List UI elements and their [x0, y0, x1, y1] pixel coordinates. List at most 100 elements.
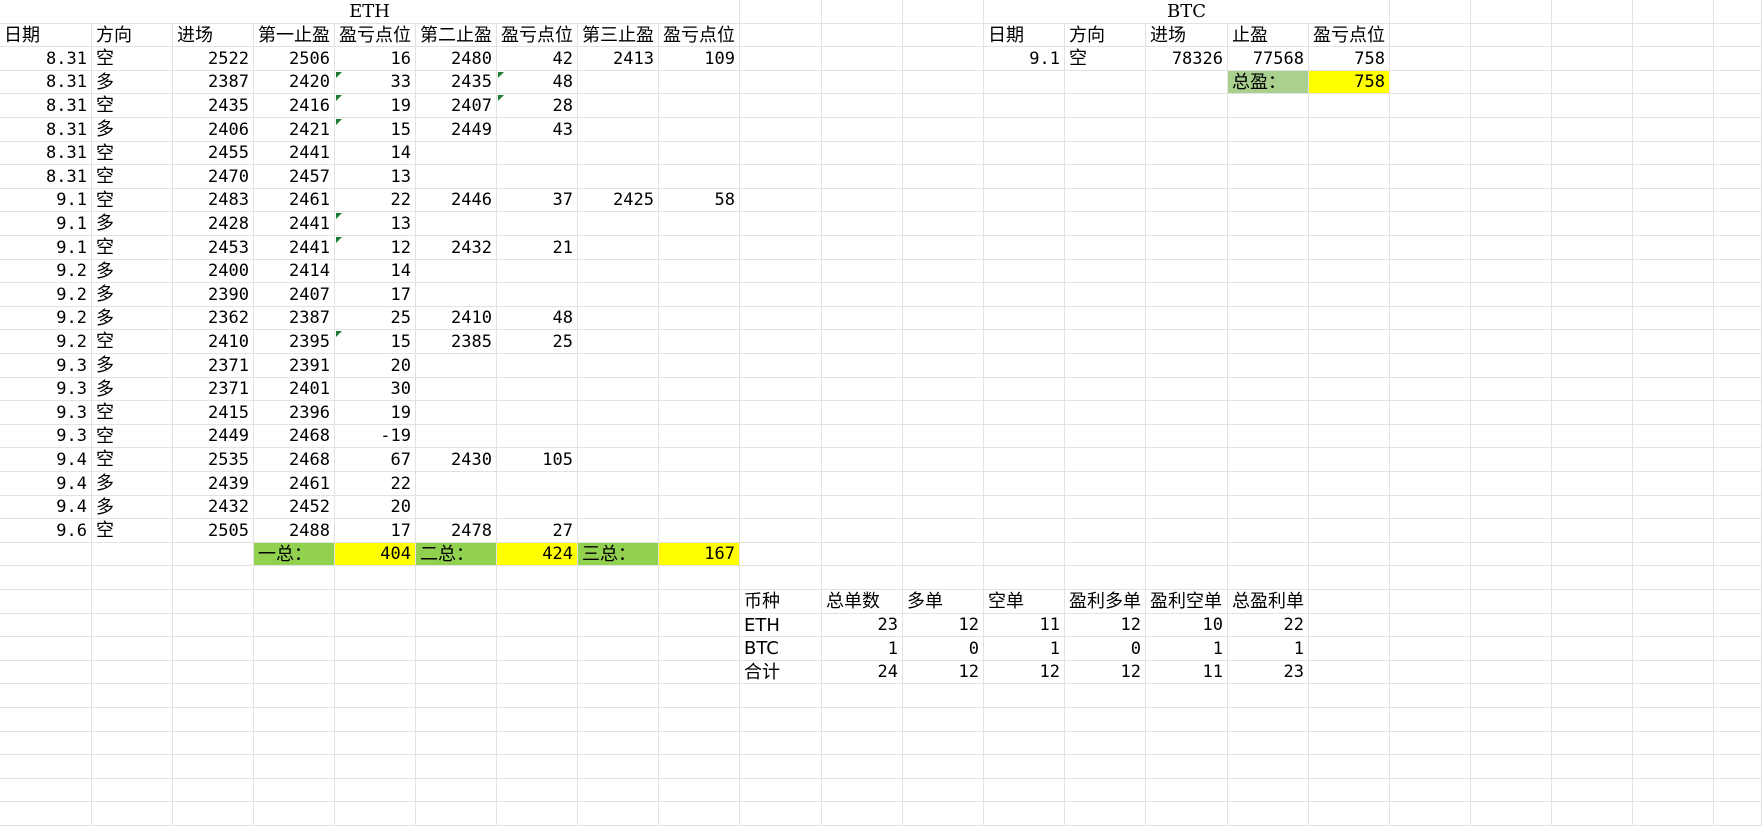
empty-cell[interactable]	[335, 590, 416, 614]
eth-row-cell[interactable]: 9.4	[0, 496, 92, 519]
empty-cell[interactable]	[1065, 779, 1146, 802]
empty-cell[interactable]	[1228, 236, 1309, 260]
empty-cell[interactable]	[1714, 732, 1762, 755]
empty-cell[interactable]	[822, 543, 903, 566]
summary-row-cell[interactable]: 1	[822, 637, 903, 661]
eth-row-cell[interactable]: 15	[335, 330, 416, 354]
empty-cell[interactable]	[1065, 543, 1146, 566]
empty-cell[interactable]	[903, 566, 984, 590]
eth-header-cell[interactable]: 第二止盈	[416, 24, 497, 47]
empty-cell[interactable]	[1552, 24, 1633, 47]
empty-cell[interactable]	[903, 732, 984, 755]
empty-cell[interactable]	[1714, 779, 1762, 802]
eth-row-cell[interactable]: 2407	[416, 94, 497, 118]
empty-cell[interactable]	[1633, 661, 1714, 684]
empty-cell[interactable]	[578, 755, 659, 779]
eth-row-cell[interactable]: 28	[497, 94, 578, 118]
empty-cell[interactable]	[1065, 802, 1146, 826]
empty-cell[interactable]	[1714, 47, 1762, 71]
empty-cell[interactable]	[1390, 566, 1471, 590]
eth-row-cell[interactable]: 多	[92, 212, 173, 236]
empty-cell[interactable]	[1146, 448, 1228, 472]
empty-cell[interactable]	[1228, 708, 1309, 732]
empty-cell[interactable]	[1471, 189, 1552, 212]
empty-cell[interactable]	[578, 590, 659, 614]
empty-cell[interactable]	[822, 732, 903, 755]
summary-header-cell[interactable]: 空单	[984, 590, 1065, 614]
empty-cell[interactable]	[659, 590, 740, 614]
eth-row-cell[interactable]: 2421	[254, 118, 335, 142]
empty-cell[interactable]	[578, 566, 659, 590]
empty-cell[interactable]	[1471, 472, 1552, 496]
empty-cell[interactable]	[1633, 779, 1714, 802]
empty-cell[interactable]	[984, 401, 1065, 425]
empty-cell[interactable]	[822, 425, 903, 448]
empty-cell[interactable]	[984, 496, 1065, 519]
empty-cell[interactable]	[903, 401, 984, 425]
empty-cell[interactable]	[1390, 378, 1471, 401]
eth-row-cell[interactable]: 2441	[254, 142, 335, 165]
empty-cell[interactable]	[1228, 755, 1309, 779]
empty-cell[interactable]	[740, 118, 822, 142]
empty-cell[interactable]	[1146, 472, 1228, 496]
empty-cell[interactable]	[1714, 260, 1762, 283]
eth-row-cell[interactable]: 12	[335, 236, 416, 260]
summary-row-cell[interactable]: 12	[984, 661, 1065, 684]
empty-cell[interactable]	[1228, 802, 1309, 826]
empty-cell[interactable]	[1633, 401, 1714, 425]
empty-cell[interactable]	[903, 283, 984, 307]
eth-row-cell[interactable]: 2478	[416, 519, 497, 543]
eth-row-cell[interactable]: 2457	[254, 165, 335, 189]
eth-row-cell[interactable]: 17	[335, 519, 416, 543]
summary-row-cell[interactable]: 11	[984, 614, 1065, 637]
empty-cell[interactable]	[1065, 283, 1146, 307]
empty-cell[interactable]	[1471, 330, 1552, 354]
empty-cell[interactable]	[1065, 425, 1146, 448]
empty-cell[interactable]	[1146, 212, 1228, 236]
eth-row-cell[interactable]: 空	[92, 94, 173, 118]
eth-row-cell[interactable]: 2407	[254, 283, 335, 307]
empty-cell[interactable]	[1309, 779, 1390, 802]
empty-cell[interactable]	[1146, 543, 1228, 566]
empty-cell[interactable]	[1309, 472, 1390, 496]
empty-cell[interactable]	[1228, 142, 1309, 165]
empty-cell[interactable]	[1228, 543, 1309, 566]
empty-cell[interactable]	[173, 661, 254, 684]
empty-cell[interactable]	[822, 118, 903, 142]
empty-cell[interactable]	[1146, 118, 1228, 142]
empty-cell[interactable]	[903, 378, 984, 401]
eth-row-cell[interactable]: 多	[92, 283, 173, 307]
eth-row-cell[interactable]: 2428	[173, 212, 254, 236]
empty-cell[interactable]	[903, 425, 984, 448]
eth-header-cell[interactable]: 盈亏点位	[659, 24, 740, 47]
empty-cell[interactable]	[903, 236, 984, 260]
empty-cell[interactable]	[659, 684, 740, 708]
empty-cell[interactable]	[1633, 354, 1714, 378]
empty-cell[interactable]	[1065, 496, 1146, 519]
empty-cell[interactable]	[0, 802, 92, 826]
empty-cell[interactable]	[1714, 708, 1762, 732]
empty-cell[interactable]	[822, 519, 903, 543]
eth-row-cell[interactable]	[578, 401, 659, 425]
eth-total2-label[interactable]: 二总：	[416, 543, 497, 566]
empty-cell[interactable]	[0, 543, 92, 566]
empty-cell[interactable]	[1390, 755, 1471, 779]
empty-cell[interactable]	[740, 330, 822, 354]
eth-row-cell[interactable]	[578, 496, 659, 519]
empty-cell[interactable]	[984, 708, 1065, 732]
eth-row-cell[interactable]: 2432	[416, 236, 497, 260]
eth-row-cell[interactable]	[416, 212, 497, 236]
eth-row-cell[interactable]: 2371	[173, 354, 254, 378]
summary-row-cell[interactable]: 12	[903, 614, 984, 637]
empty-cell[interactable]	[1714, 425, 1762, 448]
eth-row-cell[interactable]	[416, 496, 497, 519]
empty-cell[interactable]	[1146, 755, 1228, 779]
empty-cell[interactable]	[1309, 519, 1390, 543]
empty-cell[interactable]	[903, 0, 984, 24]
empty-cell[interactable]	[1633, 189, 1714, 212]
empty-cell[interactable]	[1471, 260, 1552, 283]
empty-cell[interactable]	[92, 543, 173, 566]
empty-cell[interactable]	[903, 354, 984, 378]
empty-cell[interactable]	[659, 614, 740, 637]
eth-row-cell[interactable]: 空	[92, 401, 173, 425]
